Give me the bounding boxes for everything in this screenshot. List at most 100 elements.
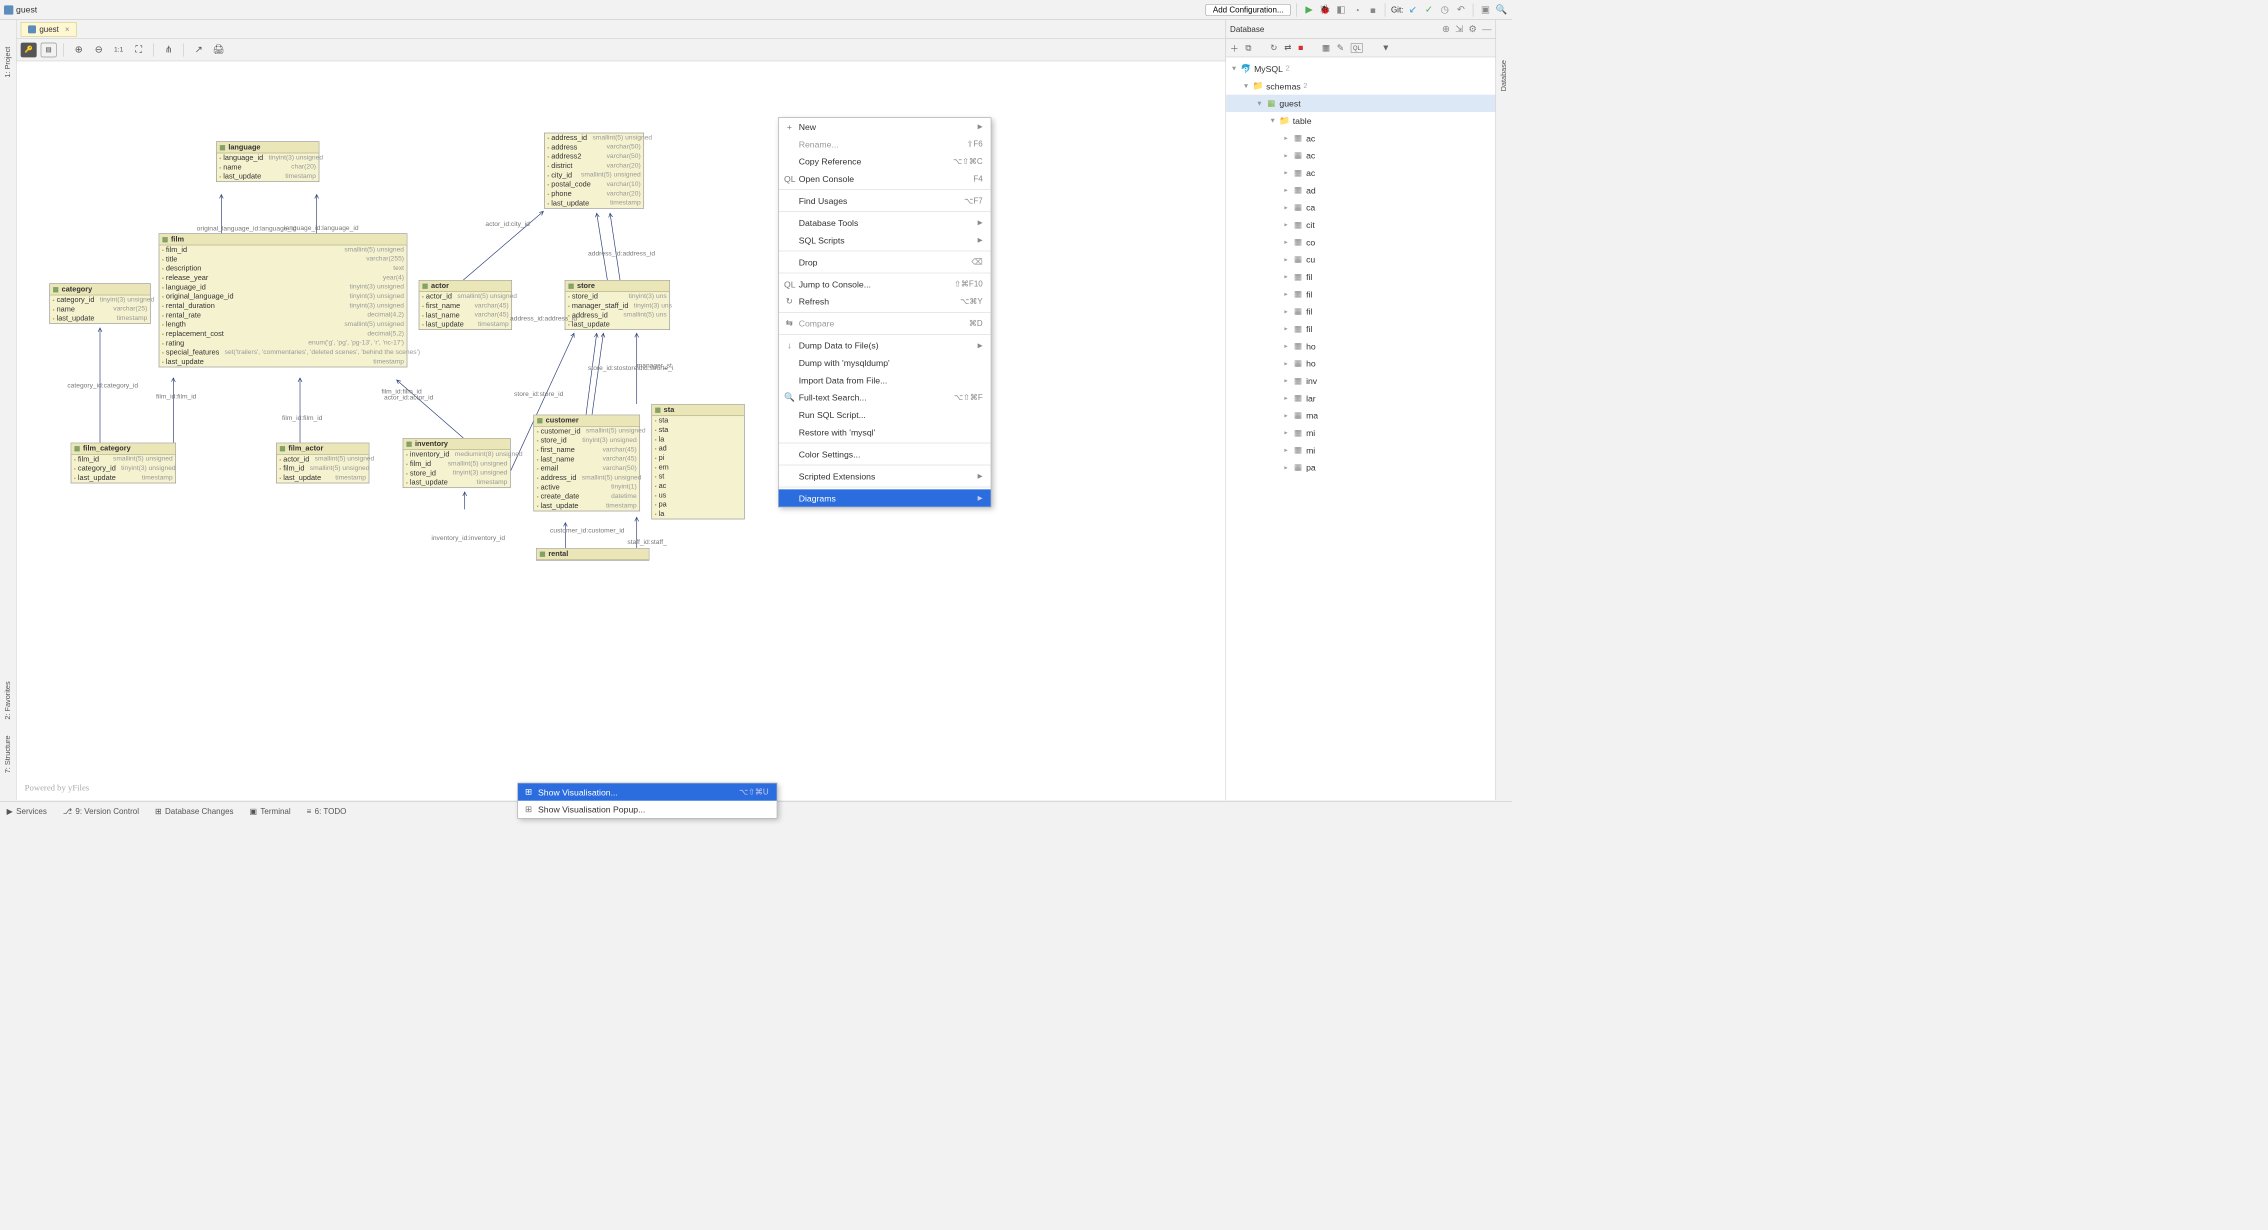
menu-item[interactable]: QLJump to Console...⇧⌘F10: [779, 275, 991, 292]
zoom-reset-button[interactable]: 1:1: [111, 42, 127, 58]
tree-table[interactable]: ▸▦fil: [1226, 268, 1495, 285]
layout-button[interactable]: ⋔: [161, 42, 177, 58]
er-table-store[interactable]: storestore_idtinyint(3) unsmanager_staff…: [565, 280, 670, 330]
edit-icon[interactable]: ✎: [1337, 42, 1344, 53]
menu-item[interactable]: Run SQL Script...: [779, 406, 991, 423]
settings-icon[interactable]: ⚙: [1468, 23, 1476, 34]
tree-table[interactable]: ▸▦lar: [1226, 389, 1495, 406]
tree-table[interactable]: ▸▦ma: [1226, 407, 1495, 424]
all-fields-button[interactable]: ▤: [41, 42, 57, 57]
tree-table[interactable]: ▸▦inv: [1226, 372, 1495, 389]
bottom-item[interactable]: ⎇9: Version Control: [63, 806, 139, 815]
refresh-button[interactable]: ↻: [1270, 42, 1277, 53]
er-table-rental[interactable]: rental: [536, 548, 649, 561]
console-icon[interactable]: QL: [1351, 43, 1363, 52]
submenu-item[interactable]: ⊞Show Visualisation...⌥⇧⌘U: [518, 783, 777, 800]
menu-item[interactable]: ↓Dump Data to File(s)▶: [779, 337, 991, 354]
menu-item[interactable]: Restore with 'mysql': [779, 423, 991, 440]
hide-icon[interactable]: —: [1482, 23, 1491, 34]
bottom-item[interactable]: ▣Terminal: [250, 806, 291, 815]
tree-table[interactable]: ▸▦ac: [1226, 129, 1495, 146]
tree-table[interactable]: ▸▦ac: [1226, 147, 1495, 164]
history-icon[interactable]: ◷: [1438, 3, 1451, 16]
editor-tab[interactable]: guest ×: [21, 22, 77, 37]
menu-item[interactable]: QLOpen ConsoleF4: [779, 170, 991, 187]
tree-table[interactable]: ▸▦ho: [1226, 337, 1495, 354]
zoom-in-button[interactable]: ⊕: [71, 42, 87, 58]
sync-button[interactable]: ⇄: [1284, 42, 1291, 53]
tree-table[interactable]: ▸▦fil: [1226, 303, 1495, 320]
run-icon[interactable]: ▶: [1302, 3, 1315, 16]
tree-table[interactable]: ▸▦cit: [1226, 216, 1495, 233]
fit-button[interactable]: ⛶: [131, 42, 147, 58]
menu-item[interactable]: Rename...⇧F6: [779, 135, 991, 152]
er-table-film[interactable]: filmfilm_idsmallint(5) unsignedtitlevarc…: [159, 233, 408, 367]
export-button[interactable]: ↗: [191, 42, 207, 58]
menu-item[interactable]: Color Settings...: [779, 445, 991, 462]
menu-item[interactable]: Scripted Extensions▶: [779, 467, 991, 484]
zoom-out-button[interactable]: ⊖: [91, 42, 107, 58]
tree-table[interactable]: ▸▦cu: [1226, 251, 1495, 268]
menu-item[interactable]: ⇆Compare⌘D: [779, 315, 991, 332]
er-table-actor[interactable]: actoractor_idsmallint(5) unsignedfirst_n…: [419, 280, 512, 330]
tree-table[interactable]: ▸▦ho: [1226, 355, 1495, 372]
tree-table[interactable]: ▸▦fil: [1226, 285, 1495, 302]
tree-table[interactable]: ▸▦mi: [1226, 441, 1495, 458]
er-table-customer[interactable]: customercustomer_idsmallint(5) unsigneds…: [533, 415, 640, 512]
tree-table[interactable]: ▸▦mi: [1226, 424, 1495, 441]
commit-icon[interactable]: ✓: [1422, 3, 1435, 16]
er-table-category[interactable]: categorycategory_idtinyint(3) unsignedna…: [49, 283, 150, 324]
er-table-film_actor[interactable]: film_actoractor_idsmallint(5) unsignedfi…: [276, 443, 369, 484]
ide-icon[interactable]: ▣: [1479, 3, 1492, 16]
close-tab-icon[interactable]: ×: [65, 24, 70, 33]
bottom-item[interactable]: ▶Services: [7, 806, 47, 815]
er-table-address[interactable]: address_idsmallint(5) unsignedaddressvar…: [544, 133, 644, 209]
menu-item[interactable]: Copy Reference⌥⇧⌘C: [779, 153, 991, 170]
key-fields-button[interactable]: 🔑: [21, 42, 37, 57]
menu-item[interactable]: Dump with 'mysqldump': [779, 354, 991, 371]
filter-button[interactable]: ▼: [1382, 43, 1391, 53]
tree-tables[interactable]: ▼📁table: [1226, 112, 1495, 129]
tree-table[interactable]: ▸▦ca: [1226, 199, 1495, 216]
focus-icon[interactable]: ⊕: [1442, 23, 1450, 34]
tree-schemas[interactable]: ▼📁schemas 2: [1226, 77, 1495, 94]
collapse-icon[interactable]: ⇲: [1455, 23, 1463, 34]
tree-table[interactable]: ▸▦fil: [1226, 320, 1495, 337]
menu-item[interactable]: Find Usages⌥F7: [779, 192, 991, 209]
er-table-inventory[interactable]: inventoryinventory_idmediumint(8) unsign…: [403, 438, 511, 488]
diagram-canvas[interactable]: Powered by yFiles languagelanguage_idtin…: [17, 61, 1226, 800]
bottom-item[interactable]: ≡6: TODO: [307, 806, 347, 815]
menu-item[interactable]: Database Tools▶: [779, 214, 991, 231]
bottom-item[interactable]: ⊞Database Changes: [155, 806, 234, 815]
debug-icon[interactable]: 🐞: [1318, 3, 1331, 16]
submenu-item[interactable]: ⊞Show Visualisation Popup...: [518, 801, 777, 818]
tree-table[interactable]: ▸▦co: [1226, 233, 1495, 250]
search-everywhere-icon[interactable]: 🔍: [1495, 3, 1508, 16]
menu-item[interactable]: Import Data from File...: [779, 371, 991, 388]
stop-button[interactable]: ■: [1298, 43, 1303, 53]
tree-table[interactable]: ▸▦ad: [1226, 181, 1495, 198]
update-icon[interactable]: ↙: [1406, 3, 1419, 16]
add-datasource-button[interactable]: ＋: [1230, 41, 1239, 54]
menu-item[interactable]: SQL Scripts▶: [779, 231, 991, 248]
er-table-language[interactable]: languagelanguage_idtinyint(3) unsignedna…: [216, 141, 319, 182]
tree-table[interactable]: ▸▦ac: [1226, 164, 1495, 181]
tree-table[interactable]: ▸▦pa: [1226, 459, 1495, 476]
add-configuration[interactable]: Add Configuration...: [1206, 4, 1291, 16]
revert-icon[interactable]: ↶: [1454, 3, 1467, 16]
er-table-sta[interactable]: stastastalaadpiemstacuspala: [651, 404, 744, 519]
menu-item[interactable]: Diagrams▶: [779, 489, 991, 506]
er-table-film_category[interactable]: film_categoryfilm_idsmallint(5) unsigned…: [71, 443, 176, 484]
project-tool[interactable]: 1: Project: [4, 47, 12, 78]
menu-item[interactable]: 🔍Full-text Search...⌥⇧⌘F: [779, 389, 991, 406]
menu-item[interactable]: ↻Refresh⌥⌘Y: [779, 293, 991, 310]
favorites-tool[interactable]: 2: Favorites: [4, 681, 12, 719]
structure-tool[interactable]: 7: Structure: [4, 735, 12, 773]
profile-icon[interactable]: ◔: [1350, 3, 1363, 16]
menu-item[interactable]: Drop⌫: [779, 253, 991, 270]
print-button[interactable]: 🖨: [211, 42, 227, 58]
coverage-icon[interactable]: ◧: [1334, 3, 1347, 16]
tree-mysql[interactable]: ▼🐬MySQL 2: [1226, 60, 1495, 77]
menu-item[interactable]: +New▶: [779, 118, 991, 135]
duplicate-button[interactable]: ⧉: [1245, 42, 1251, 53]
